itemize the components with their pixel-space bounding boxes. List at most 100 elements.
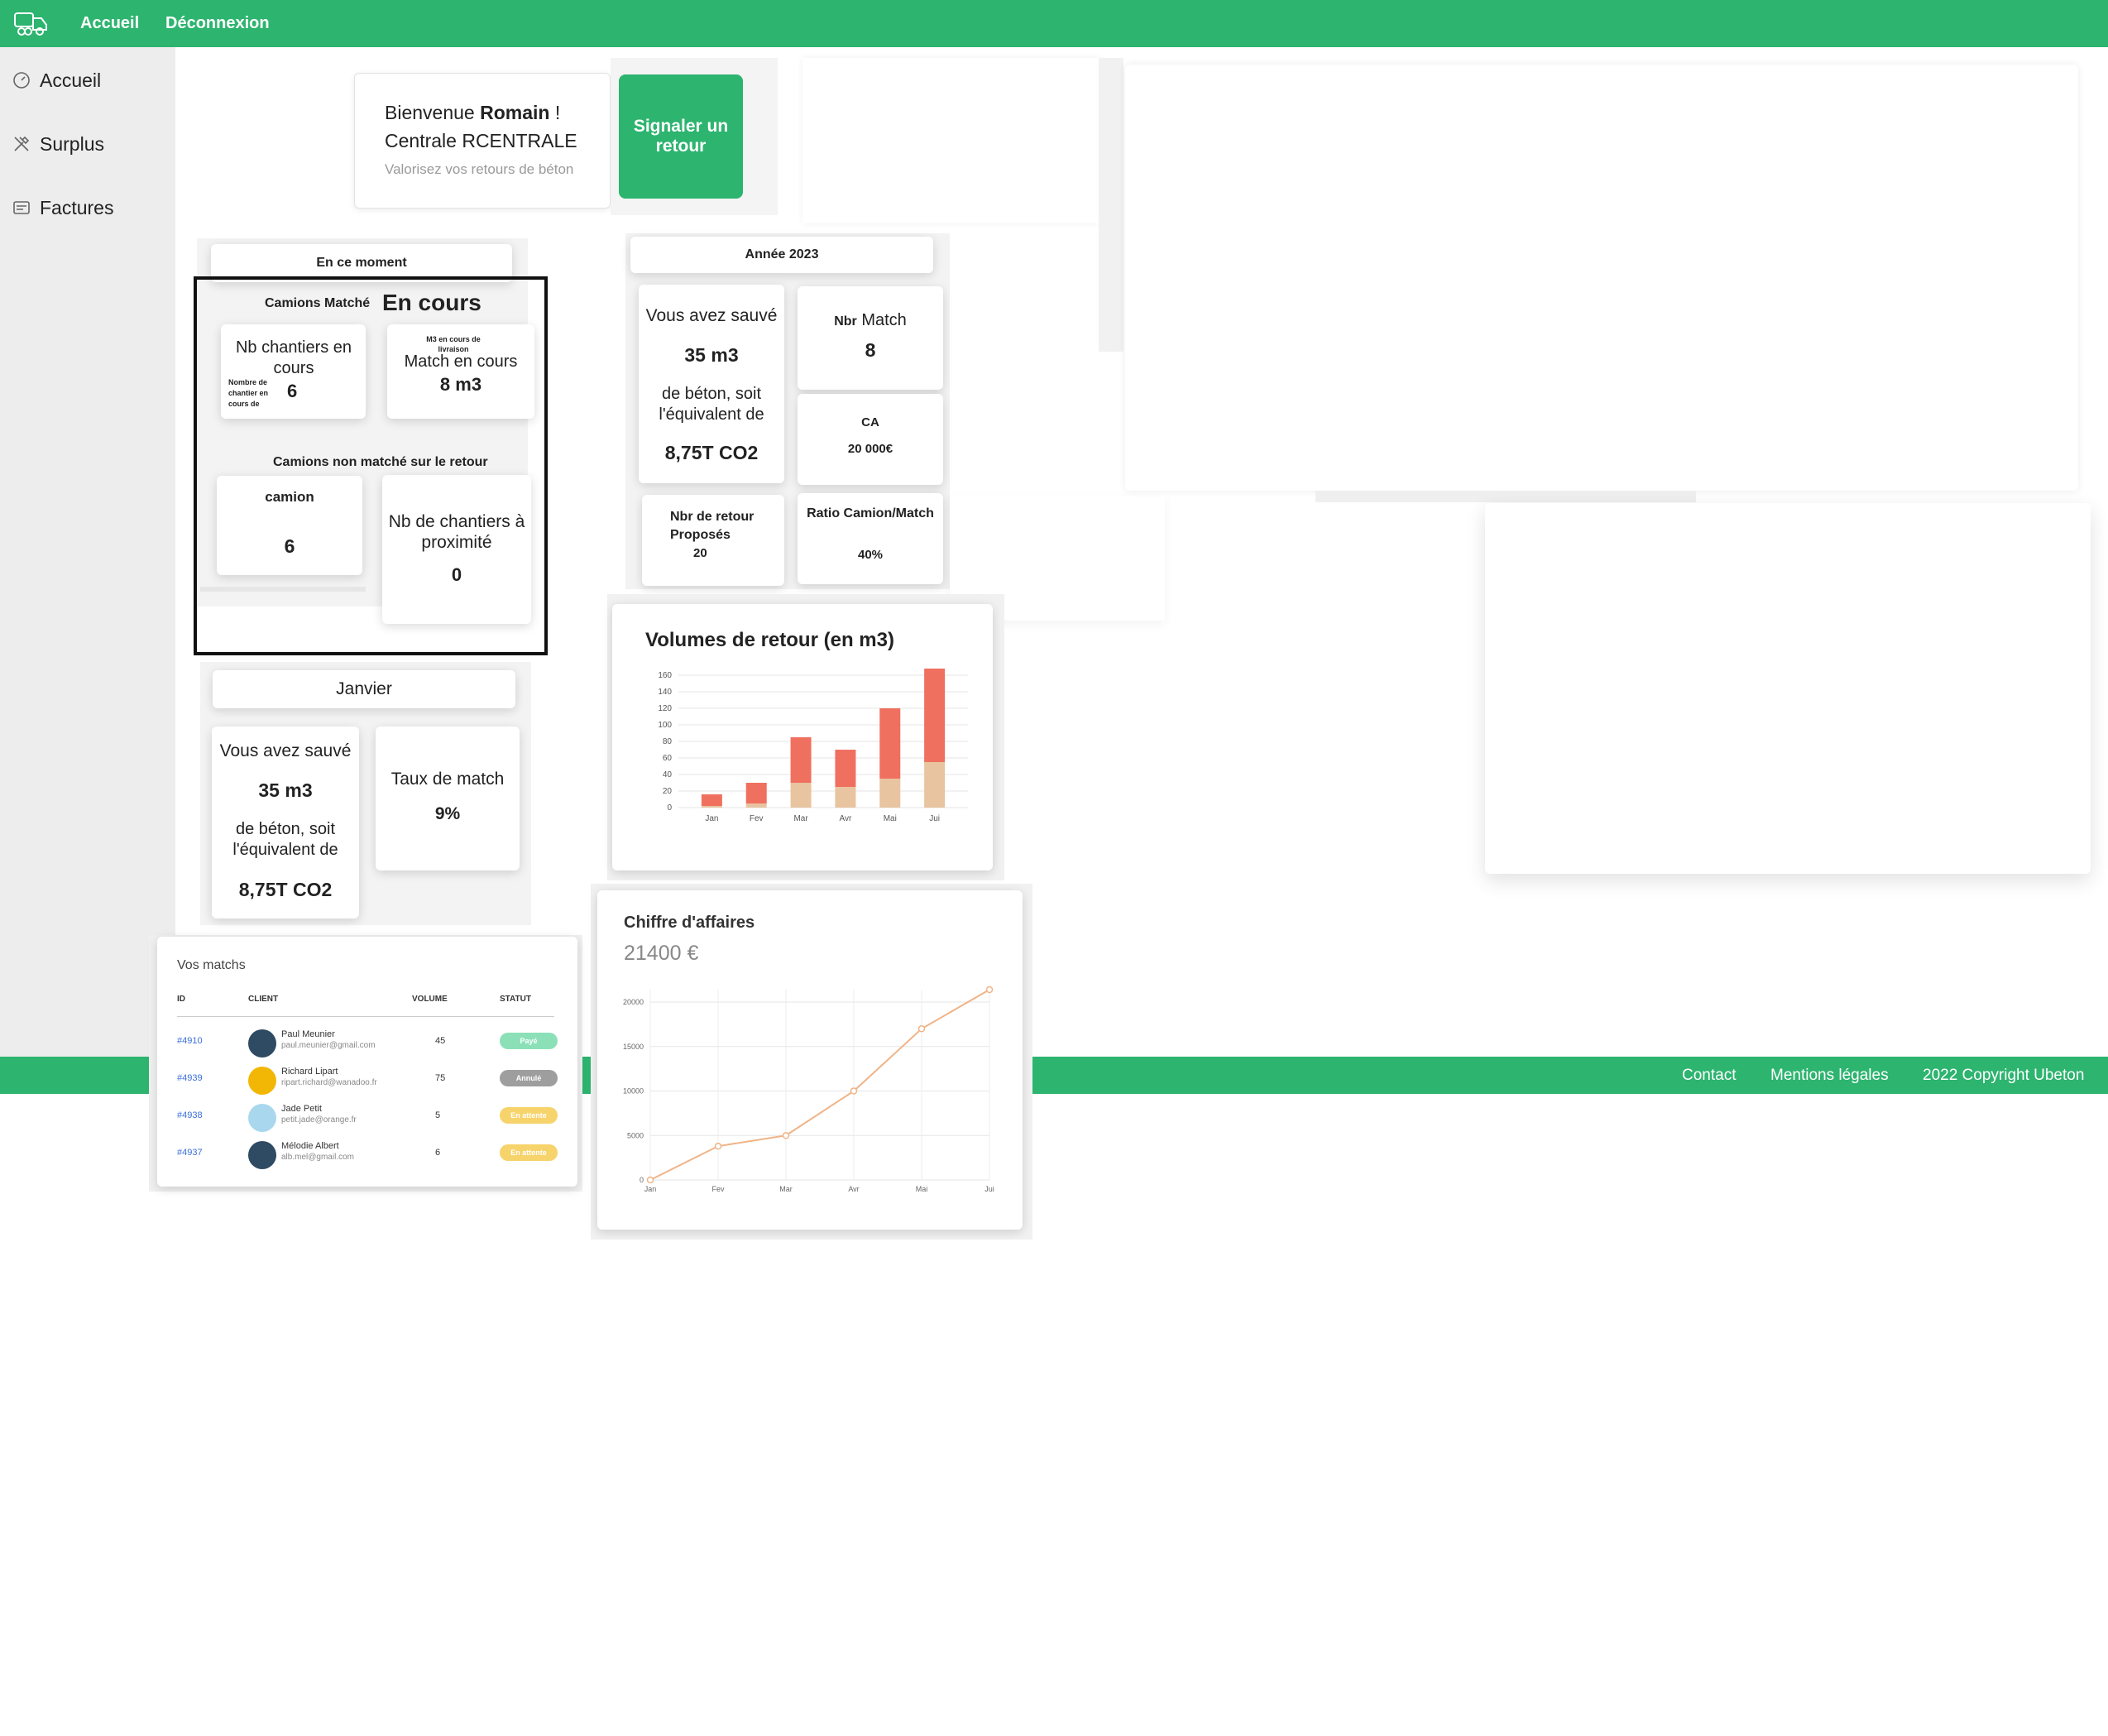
y-tick-label: 100 [658, 721, 672, 730]
in-progress-label: En cours [382, 290, 481, 315]
y-tick-label: 140 [658, 688, 672, 697]
dashboard-icon [13, 72, 30, 89]
matches-title: Vos matchs [177, 958, 246, 972]
bar-segment [924, 762, 946, 808]
x-tick-label: Jui [985, 1185, 994, 1193]
year-returns-card: Nbr de retour Proposés 20 [642, 495, 784, 586]
bar-segment [745, 803, 767, 808]
truck-title: camion [265, 489, 314, 505]
bar-segment [701, 794, 722, 806]
nearby-title: Nb de chantiers à proximité [388, 512, 525, 552]
y-tick-label: 20 [663, 787, 673, 796]
m3-small-label: M3 en cours de livraison [426, 335, 481, 353]
y-tick-label: 60 [663, 754, 673, 763]
nearby-card: Nb de chantiers à proximité 0 [382, 475, 531, 624]
y-tick-label: 40 [663, 770, 673, 779]
sidebar-item-accueil[interactable]: Accueil [12, 65, 101, 95]
year-ca-label: CA [861, 415, 879, 429]
volumes-bar-chart: 0 20 40 60 80 100 120 140 160 Jan Fev Mar Avr Mai Jui [658, 669, 968, 823]
data-point [850, 1087, 858, 1095]
report-return-button[interactable]: Signaler un retour [619, 74, 743, 199]
y-tick-label: 5000 [627, 1131, 644, 1139]
month-saved-co2: 8,75T CO2 [238, 879, 333, 900]
status-badge: En attente [500, 1107, 558, 1124]
col-header-id: ID [177, 995, 185, 1004]
year-saved-card: Vous avez sauvé 35 m3 de béton, soit l'é… [639, 285, 784, 483]
x-tick-label: Fev [750, 814, 764, 823]
avatar [248, 1029, 276, 1057]
x-tick-label: Mar [779, 1185, 793, 1193]
tools-icon [14, 136, 30, 151]
y-tick-label: 160 [658, 671, 672, 680]
year-match-label: Nbr Match [834, 311, 907, 329]
year-returns-value: 20 [693, 546, 707, 560]
x-tick-label: Fev [711, 1185, 725, 1193]
month-saved-value: 35 m3 [258, 779, 313, 801]
row-volume: 45 [435, 1036, 446, 1046]
invoice-icon [13, 201, 30, 214]
x-tick-label: Jan [644, 1185, 657, 1193]
bar-segment [879, 779, 901, 808]
sidebar-item-surplus[interactable]: Surplus [12, 129, 104, 159]
month-rate-card: Taux de match 9% [376, 727, 520, 870]
year-returns-label: Nbr de retour Proposés [670, 510, 755, 542]
month-saved-text: de béton, soit l'équivalent de [232, 820, 338, 859]
bar-segment [701, 806, 722, 808]
y-tick-label: 120 [658, 704, 672, 713]
status-badge: Annulé [500, 1070, 558, 1086]
unmatched-label: Camions non matché sur le retour [273, 455, 488, 469]
col-header-client: CLIENT [248, 995, 279, 1004]
data-point [917, 1025, 926, 1033]
y-tick-label: 80 [663, 737, 673, 746]
nav-logout-link[interactable]: Déconnexion [165, 0, 270, 47]
sidebar-item-label: Accueil [40, 70, 102, 91]
empty-widget-panel [1125, 65, 2078, 491]
matched-label: Camions Matché [265, 296, 371, 310]
nav-accueil-link[interactable]: Accueil [80, 0, 139, 47]
bar-segment [924, 669, 946, 762]
client-name: Mélodie Albert [281, 1141, 339, 1151]
x-tick-label: Jui [929, 814, 940, 823]
x-tick-label: Mai [916, 1185, 928, 1193]
sidebar-item-factures[interactable]: Factures [12, 193, 113, 223]
row-id-link[interactable]: #4937 [177, 1148, 203, 1158]
x-tick-label: Avr [840, 814, 852, 823]
year-saved-text: de béton, soit l'équivalent de [659, 385, 764, 424]
status-badge: En attente [500, 1144, 558, 1161]
y-tick-label: 10000 [623, 1087, 644, 1096]
bar-segment [790, 737, 812, 783]
data-point [782, 1132, 790, 1139]
y-tick-label: 20000 [623, 998, 644, 1006]
status-badge: Payé [500, 1033, 558, 1049]
year-header: Année 2023 [630, 237, 933, 273]
footer-contact-link[interactable]: Contact [1682, 1057, 1736, 1094]
row-id-link[interactable]: #4910 [177, 1036, 203, 1046]
client-name: Paul Meunier [281, 1029, 335, 1039]
avatar [248, 1067, 276, 1095]
sidebar-item-label: Surplus [40, 133, 104, 155]
welcome-greeting: Bienvenue Romain ! [385, 102, 561, 123]
x-tick-label: Mai [884, 814, 897, 823]
empty-panel [802, 58, 1100, 223]
client-email: ripart.richard@wanadoo.fr [281, 1078, 377, 1087]
year-match-value: 8 [865, 339, 876, 361]
footer-legal-link[interactable]: Mentions légales [1770, 1057, 1889, 1094]
truck-value: 6 [284, 535, 295, 557]
month-saved-title: Vous avez sauvé [219, 741, 352, 760]
bar-segment [790, 783, 812, 808]
year-match-card: Nbr Match 8 [798, 286, 943, 390]
client-name: Richard Lipart [281, 1067, 338, 1077]
row-id-link[interactable]: #4939 [177, 1073, 203, 1083]
data-point [714, 1142, 722, 1150]
panel-edge [1315, 491, 1696, 502]
m3-value: 8 m3 [439, 374, 482, 395]
row-id-link[interactable]: #4938 [177, 1110, 203, 1120]
truck-logo-icon[interactable] [12, 7, 53, 40]
table-divider [177, 1016, 554, 1017]
sites-title: Nb chantiers en cours [235, 338, 352, 377]
y-tick-label: 0 [667, 803, 672, 813]
m3-title: Match en cours [404, 352, 518, 371]
client-email: paul.meunier@gmail.com [281, 1041, 376, 1050]
revenue-chart-subtitle: 21400 € [624, 942, 699, 965]
client-email: alb.mel@gmail.com [281, 1153, 354, 1162]
